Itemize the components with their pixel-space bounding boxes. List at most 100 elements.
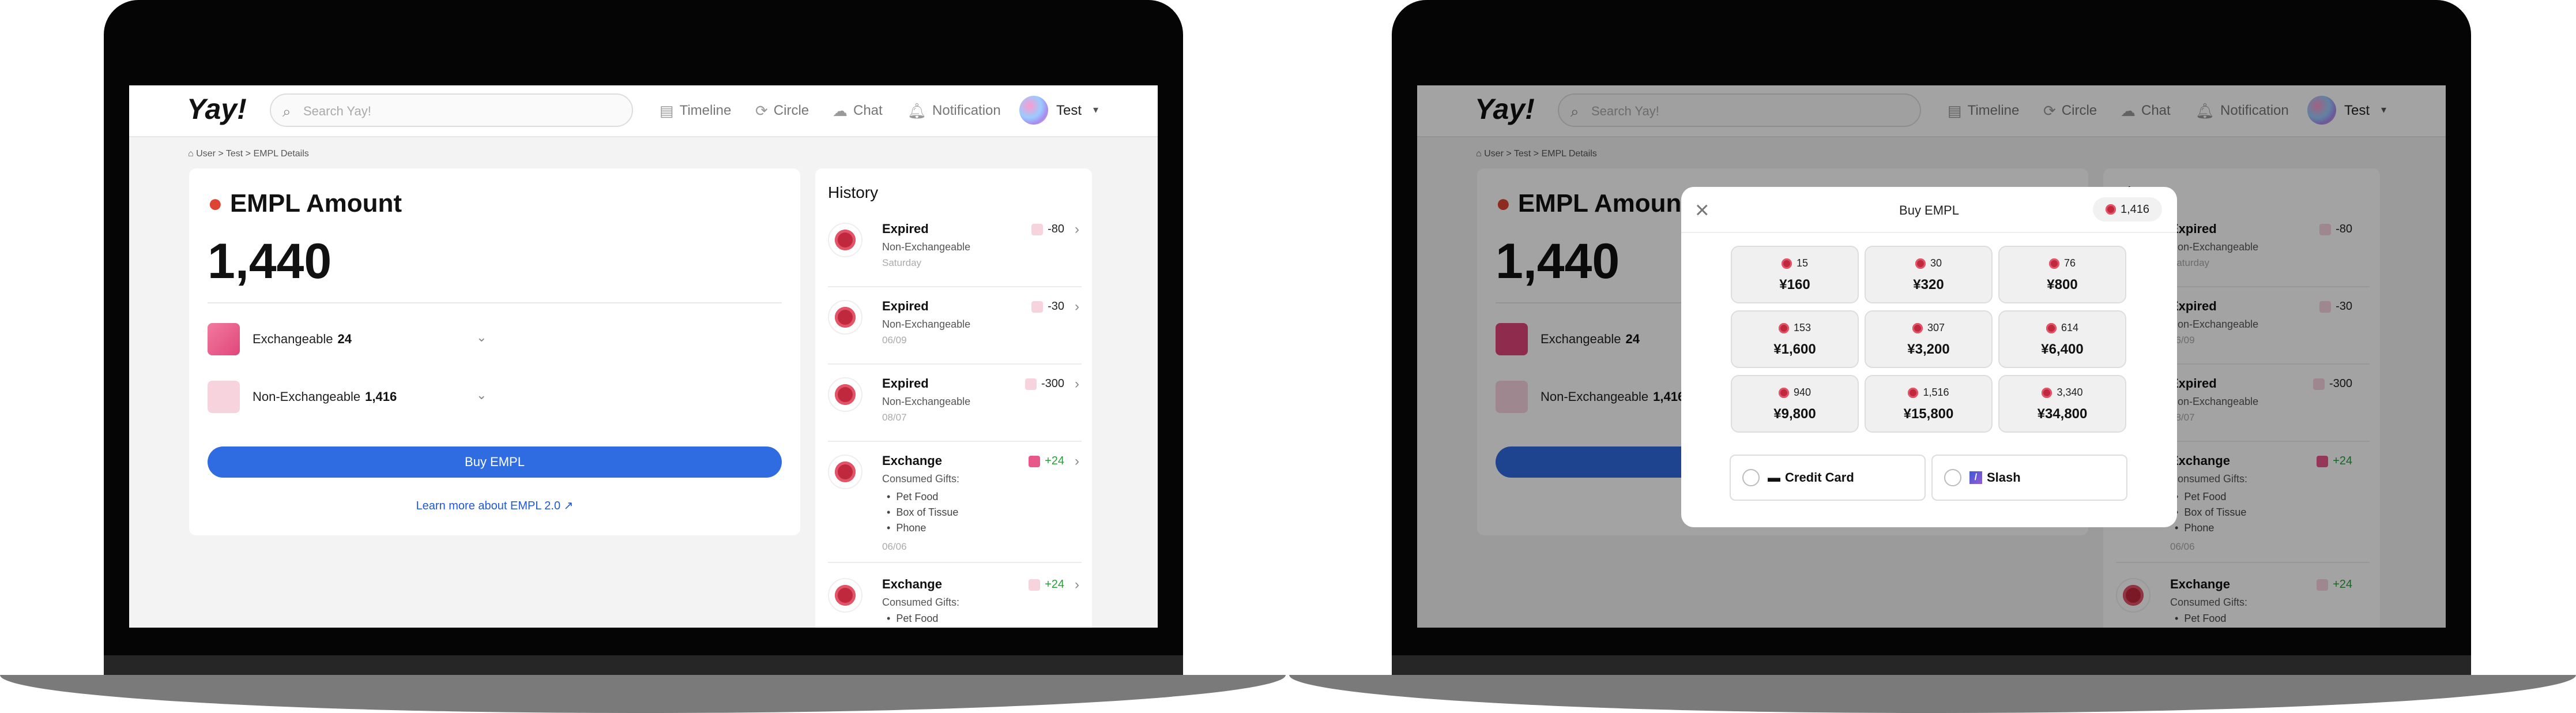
coin-icon (828, 377, 863, 412)
nav-label: Circle (773, 103, 809, 118)
chevron-right-icon[interactable]: › (1075, 577, 1079, 593)
option-price: ¥34,800 (2037, 406, 2088, 422)
nav-notification[interactable]: 🔔︎ Notification (907, 99, 1001, 122)
coin-icon (2042, 387, 2052, 398)
history-name: Expired (882, 376, 929, 391)
avatar[interactable] (1019, 96, 1048, 125)
apple-icon: ● (208, 189, 223, 217)
history-item[interactable]: Exchange Consumed Gifts: Pet Food +24 › (828, 573, 1082, 628)
history-amount: +24 (1029, 578, 1064, 591)
nav-label: Notification (932, 103, 1001, 118)
breadcrumb-user[interactable]: User (196, 149, 216, 159)
option-amount: 1,516 (1923, 386, 1949, 398)
history-title: History (828, 183, 879, 201)
exchangeable-label: Exchangeable (253, 332, 333, 346)
chevron-down-icon[interactable]: ▾ (1093, 104, 1098, 116)
radio-button[interactable] (1944, 469, 1961, 486)
user-name[interactable]: Test (1056, 103, 1082, 119)
chevron-right-icon[interactable]: › (1075, 376, 1079, 392)
purchase-option[interactable]: 30 ¥320 (1865, 246, 1993, 303)
option-amount: 614 (2061, 322, 2079, 333)
search-icon: ⌕ (283, 103, 291, 120)
coin-icon (1781, 258, 1792, 269)
option-price: ¥3,200 (1907, 342, 1950, 357)
purchase-option[interactable]: 1,516 ¥15,800 (1865, 375, 1993, 433)
chat-icon: ☁ (833, 102, 848, 119)
timeline-icon: ▤ (660, 102, 674, 119)
gift-list: Pet Food Box of Tissue Phone (882, 489, 958, 536)
chevron-right-icon[interactable]: › (1075, 222, 1079, 238)
history-item[interactable]: Exchange Consumed Gifts: Pet Food Box of… (828, 450, 1082, 563)
buy-empl-button[interactable]: Buy EMPL (208, 446, 782, 478)
screen-buy-modal: Yay! ⌕ Search Yay! ▤ Timeline ⟳ Circle ☁ Ch… (1417, 85, 2446, 628)
laptop-hinge (1392, 655, 2471, 675)
nav-timeline[interactable]: ▤ Timeline (660, 99, 731, 122)
history-sub: Non-Exchangeable (882, 241, 971, 253)
history-amount: -80 (1031, 223, 1064, 236)
purchase-option[interactable]: 153 ¥1,600 (1731, 310, 1859, 368)
chevron-down-icon[interactable]: ⌄ (476, 388, 487, 403)
coin-icon (1778, 322, 1789, 333)
coin-icon (2046, 322, 2057, 333)
history-sub: Consumed Gifts: (882, 473, 960, 485)
circle-icon: ⟳ (755, 102, 768, 119)
history-name: Exchange (882, 577, 942, 591)
balance-badge: 1,416 (2093, 197, 2162, 222)
nav-circle[interactable]: ⟳ Circle (755, 99, 809, 122)
logo[interactable]: Yay! (187, 92, 247, 126)
option-price: ¥800 (2047, 277, 2078, 292)
coin-icon (828, 300, 863, 335)
home-icon: ⌂ (188, 149, 194, 159)
non-exchangeable-row[interactable]: Non-Exchangeable 1,416 (208, 380, 496, 414)
exchangeable-row[interactable]: Exchangeable 24 (208, 322, 496, 356)
radio-button[interactable] (1742, 469, 1760, 486)
option-price: ¥6,400 (2041, 342, 2084, 357)
breadcrumb: ⌂ User > Test > EMPL Details (188, 149, 309, 159)
coin-icon (1778, 387, 1789, 398)
laptop-left: Yay! ⌕ Search Yay! ▤ Timeline ⟳ Circle ☁ Ch… (104, 0, 1183, 713)
gift-item: Pet Food (882, 489, 958, 505)
payment-credit-card[interactable]: ▬ Credit Card (1730, 455, 1926, 501)
option-price: ¥15,800 (1903, 406, 1954, 422)
history-item[interactable]: Expired Non-Exchangeable 08/07 -300 › (828, 373, 1082, 442)
learn-more-link[interactable]: Learn more about EMPL 2.0 ↗ (189, 498, 800, 513)
purchase-option[interactable]: 76 ¥800 (1998, 246, 2126, 303)
non-exchangeable-swatch (208, 381, 240, 413)
gift-item: Pet Food (882, 613, 938, 625)
breadcrumb-current: EMPL Details (253, 149, 309, 159)
learn-more-label: Learn more about EMPL 2.0 (416, 500, 561, 512)
history-item[interactable]: Expired Non-Exchangeable Saturday -80 › (828, 218, 1082, 287)
coin-icon (828, 223, 863, 257)
breadcrumb-test[interactable]: Test (226, 149, 243, 159)
nav-chat[interactable]: ☁ Chat (833, 99, 883, 122)
purchase-option[interactable]: 614 ¥6,400 (1998, 310, 2126, 368)
history-amount: -30 (1031, 300, 1064, 313)
bell-icon: 🔔︎ (907, 102, 927, 119)
history-sub: Non-Exchangeable (882, 318, 971, 330)
history-name: Exchange (882, 453, 942, 468)
history-date: 06/06 (882, 541, 907, 552)
buy-empl-modal: × Buy EMPL 1,416 15 ¥160 30 ¥320 76 ¥800 15… (1681, 187, 2177, 527)
chevron-right-icon[interactable]: › (1075, 299, 1079, 315)
search-placeholder: Search Yay! (303, 104, 371, 118)
option-amount: 3,340 (2057, 386, 2083, 398)
purchase-option[interactable]: 940 ¥9,800 (1731, 375, 1859, 433)
chevron-right-icon[interactable]: › (1075, 453, 1079, 470)
history-amount: -300 (1025, 377, 1064, 391)
history-item[interactable]: Expired Non-Exchangeable 06/09 -30 › (828, 295, 1082, 365)
purchase-option[interactable]: 307 ¥3,200 (1865, 310, 1993, 368)
laptop-right: Yay! ⌕ Search Yay! ▤ Timeline ⟳ Circle ☁ Ch… (1392, 0, 2471, 713)
search-input[interactable]: ⌕ Search Yay! (270, 93, 633, 127)
payment-slash[interactable]: / Slash (1931, 455, 2127, 501)
history-sub: Non-Exchangeable (882, 396, 971, 407)
purchase-option[interactable]: 3,340 ¥34,800 (1998, 375, 2126, 433)
purchase-option[interactable]: 15 ¥160 (1731, 246, 1859, 303)
chevron-down-icon[interactable]: ⌄ (476, 330, 487, 345)
history-amount: +24 (1029, 455, 1064, 468)
empl-card: ● EMPL Amount 1,440 Exchangeable 24 ⌄ Non… (189, 168, 800, 535)
credit-card-icon: ▬ (1768, 470, 1780, 485)
option-price: ¥160 (1779, 277, 1810, 292)
option-amount: 940 (1793, 386, 1812, 398)
gift-item: Box of Tissue (882, 505, 958, 520)
option-price: ¥9,800 (1773, 406, 1816, 422)
